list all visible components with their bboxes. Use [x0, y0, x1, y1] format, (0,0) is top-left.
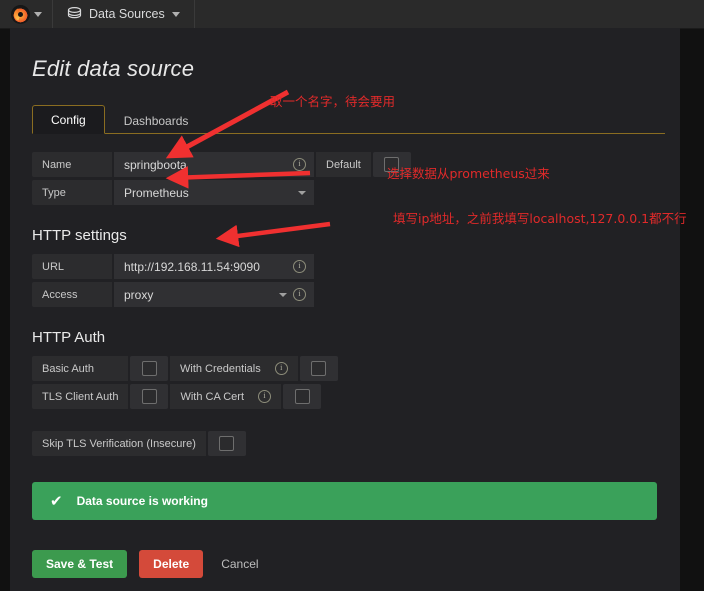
url-input[interactable]: http://192.168.11.54:9090 i: [114, 254, 314, 279]
checkbox-glyph: [141, 389, 157, 404]
info-icon[interactable]: i: [258, 390, 272, 403]
name-label: Name: [32, 152, 112, 177]
type-select[interactable]: Prometheus: [114, 180, 314, 205]
nav-item-label: Data Sources: [89, 7, 165, 21]
access-row: Access proxy i: [32, 282, 658, 307]
type-select-value: Prometheus: [124, 185, 189, 200]
with-ca-cert-label: With CA Cert: [180, 390, 245, 403]
checkbox-glyph: [219, 436, 235, 451]
default-checkbox[interactable]: [372, 152, 411, 177]
page-container: Edit data source Config Dashboards Name …: [10, 28, 680, 591]
tls-client-auth-label: TLS Client Auth: [32, 384, 129, 409]
caret-down-icon: [279, 292, 287, 297]
caret-down-icon: [298, 190, 306, 195]
info-icon[interactable]: i: [293, 158, 306, 171]
database-icon: [67, 7, 82, 21]
name-input[interactable]: springboota i: [114, 152, 314, 177]
type-row: Type Prometheus: [32, 180, 658, 205]
with-credentials-label: With Credentials: [180, 362, 261, 375]
button-bar: Save & Test Delete Cancel: [32, 550, 658, 578]
access-label: Access: [32, 282, 112, 307]
basic-settings-group: Name springboota i Default Type Promethe…: [32, 152, 658, 205]
logo-menu-button[interactable]: [0, 0, 53, 28]
type-label: Type: [32, 180, 112, 205]
default-label: Default: [316, 152, 371, 177]
basic-auth-checkbox[interactable]: [130, 356, 168, 381]
check-icon: ✔: [50, 492, 63, 510]
with-ca-cert-cell: With CA Cert i: [170, 384, 282, 409]
with-credentials-cell: With Credentials i: [170, 356, 298, 381]
page-title: Edit data source: [32, 56, 195, 81]
tab-config[interactable]: Config: [32, 105, 105, 134]
with-ca-cert-checkbox[interactable]: [283, 384, 322, 409]
info-icon[interactable]: i: [293, 288, 306, 301]
top-navbar: Data Sources: [0, 0, 704, 29]
checkbox-glyph: [384, 157, 400, 172]
tab-dashboards[interactable]: Dashboards: [105, 106, 208, 134]
access-select-value: proxy: [124, 287, 154, 302]
basic-auth-label: Basic Auth: [32, 356, 128, 381]
url-row: URL http://192.168.11.54:9090 i: [32, 254, 658, 279]
skip-tls-row: Skip TLS Verification (Insecure): [32, 431, 658, 456]
caret-down-icon: [171, 11, 180, 17]
url-input-value: http://192.168.11.54:9090: [124, 259, 260, 274]
cancel-button[interactable]: Cancel: [215, 550, 264, 578]
status-alert-message: Data source is working: [76, 494, 208, 508]
save-and-test-button[interactable]: Save & Test: [32, 550, 128, 578]
tls-client-auth-row: TLS Client Auth With CA Cert i: [32, 384, 658, 409]
info-icon[interactable]: i: [274, 362, 288, 375]
http-settings-group: URL http://192.168.11.54:9090 i Access p…: [32, 254, 658, 307]
grafana-logo-icon: [10, 4, 30, 24]
name-row: Name springboota i Default: [32, 152, 658, 177]
delete-button[interactable]: Delete: [139, 550, 204, 578]
checkbox-glyph: [294, 389, 310, 404]
tls-client-auth-checkbox[interactable]: [130, 384, 169, 409]
skip-tls-label: Skip TLS Verification (Insecure): [32, 431, 206, 456]
http-auth-title: HTTP Auth: [32, 329, 106, 346]
skip-tls-checkbox[interactable]: [207, 431, 246, 456]
http-auth-group: Basic Auth With Credentials i TLS Client…: [32, 356, 658, 456]
access-select[interactable]: proxy i: [114, 282, 314, 307]
name-input-value: springboota: [124, 157, 187, 172]
status-alert: ✔ Data source is working: [32, 482, 657, 520]
basic-auth-row: Basic Auth With Credentials i: [32, 356, 658, 381]
with-credentials-checkbox[interactable]: [299, 356, 338, 381]
url-label: URL: [32, 254, 112, 279]
checkbox-glyph: [311, 361, 327, 376]
checkbox-glyph: [141, 361, 157, 376]
tab-bar: Config Dashboards: [32, 104, 665, 134]
http-settings-title: HTTP settings: [32, 227, 127, 244]
nav-item-data-sources[interactable]: Data Sources: [53, 0, 195, 28]
caret-down-icon: [33, 11, 42, 17]
info-icon[interactable]: i: [293, 260, 306, 273]
